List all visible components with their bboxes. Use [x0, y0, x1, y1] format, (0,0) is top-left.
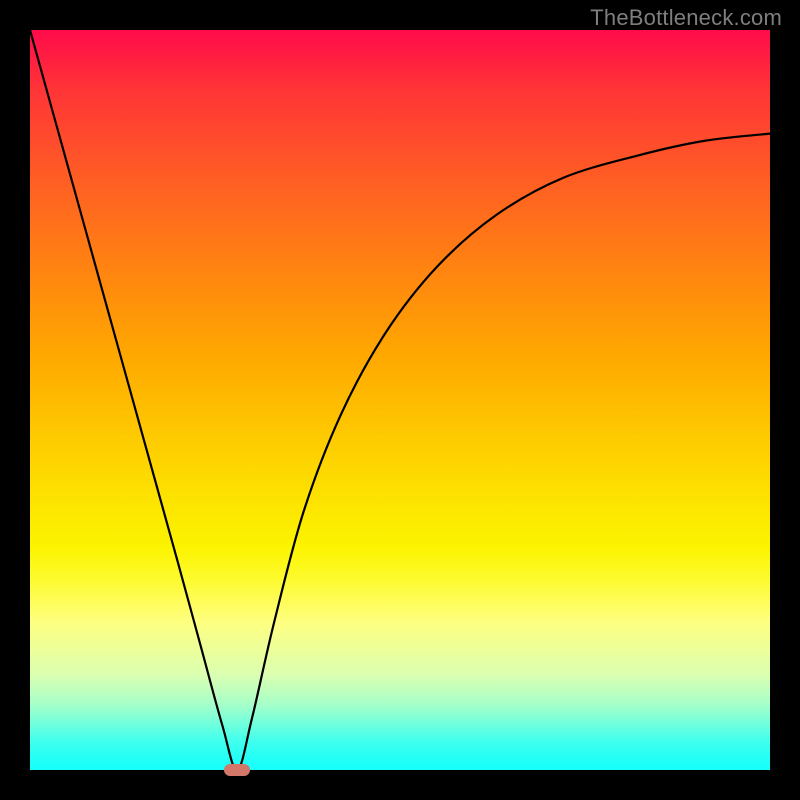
watermark-text: TheBottleneck.com — [590, 5, 782, 31]
curve-svg — [30, 30, 770, 770]
plot-area — [30, 30, 770, 770]
optimal-point-marker — [224, 764, 250, 776]
chart-frame: TheBottleneck.com — [0, 0, 800, 800]
bottleneck-curve — [30, 30, 770, 770]
